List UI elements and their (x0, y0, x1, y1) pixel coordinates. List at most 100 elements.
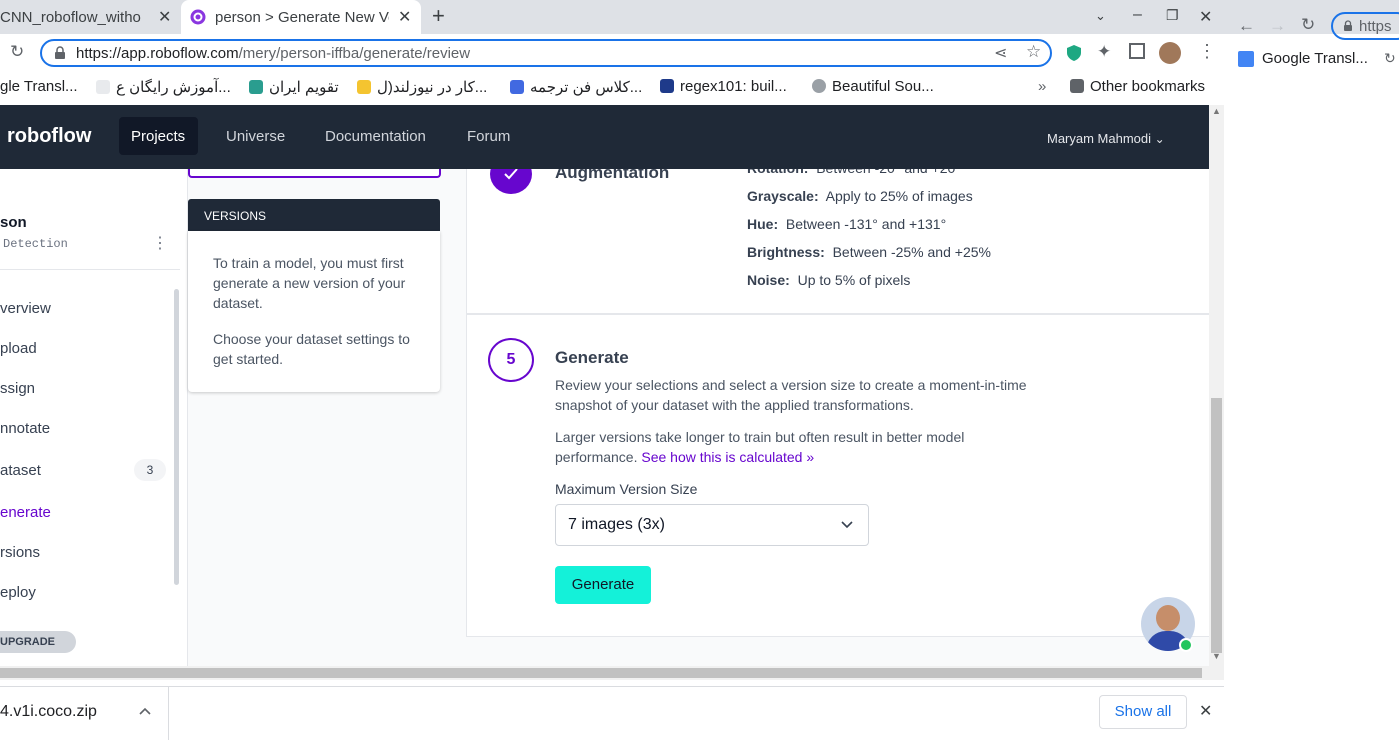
scrollbar-thumb[interactable] (1211, 398, 1222, 653)
aug-row-hue: Hue: Between -131° and +131° (747, 216, 946, 232)
versions-header: VERSIONS (188, 199, 440, 231)
bookmark-favicon-icon (510, 80, 524, 94)
step-number-badge: 5 (488, 338, 534, 382)
folder-icon (1070, 79, 1084, 93)
page-scrollbar[interactable]: ▲ ▼ (1209, 105, 1224, 666)
bookmark-item[interactable]: کار در نیوزلند(ل... (357, 78, 487, 96)
aug-value: Apply to 25% of images (825, 188, 973, 204)
extensions-puzzle-icon[interactable]: ✦ (1097, 42, 1111, 62)
versions-header-label: VERSIONS (204, 209, 267, 223)
sidebar-item-overview[interactable]: verview (0, 300, 51, 317)
reload-icon[interactable]: ↻ (10, 42, 24, 62)
navbar-overlap (466, 150, 1210, 169)
bookmark-item[interactable]: Beautiful Sou... (812, 78, 934, 95)
shield-extension-icon[interactable] (1066, 44, 1082, 62)
address-bar[interactable]: https (1331, 12, 1399, 40)
lock-icon (55, 46, 65, 59)
bookmark-item[interactable]: آموزش رایگان ع... (96, 78, 231, 96)
aug-row-brightness: Brightness: Between -25% and +25% (747, 244, 991, 260)
sidebar-item-dataset[interactable]: ataset (0, 462, 41, 479)
tab-cnn[interactable]: CNN_roboflow_witho ✕ (0, 0, 180, 34)
bookmark-favicon-icon (660, 79, 674, 93)
version-size-select[interactable]: 7 images (3x) (555, 504, 869, 546)
tab-person[interactable]: person > Generate New Ve ✕ (181, 0, 421, 34)
sidebar-scrollbar[interactable] (174, 289, 179, 585)
other-bookmarks[interactable]: Other bookmarks (1070, 78, 1205, 95)
bookmark-google-translate[interactable]: Google Transl... (1262, 50, 1368, 67)
sidebar-item-generate[interactable]: enerate (0, 504, 51, 521)
sidebar-item-deploy[interactable]: eploy (0, 584, 36, 601)
horizontal-scrollbar[interactable] (0, 666, 1224, 680)
side-panel-icon[interactable] (1129, 43, 1145, 59)
tab-title: CNN_roboflow_witho (0, 9, 141, 26)
sidebar-item-assign[interactable]: ssign (0, 380, 35, 397)
browser-window: CNN_roboflow_witho ✕ person > Generate N… (0, 0, 1224, 740)
generate-button[interactable]: Generate (555, 566, 651, 604)
close-download-shelf-icon[interactable]: ✕ (1199, 701, 1212, 721)
divider (0, 269, 180, 270)
bookmark-favicon-icon (96, 80, 110, 94)
bookmark-favicon-icon: ↻ (1384, 50, 1396, 66)
nav-forum[interactable]: Forum (467, 128, 510, 145)
bookmark-star-icon[interactable]: ☆ (1026, 42, 1041, 62)
version-size-label: Maximum Version Size (555, 481, 698, 497)
new-tab-icon[interactable]: + (432, 3, 445, 29)
nav-universe[interactable]: Universe (226, 128, 285, 145)
restore-icon[interactable]: ❐ (1166, 7, 1179, 24)
previous-step-card (188, 169, 441, 178)
bookmark-favicon-icon (249, 80, 263, 94)
download-filename[interactable]: 4.v1i.coco.zip (0, 703, 97, 721)
versions-text-1: To train a model, you must first generat… (213, 255, 406, 311)
aug-value: Between -131° and +131° (785, 216, 947, 232)
aug-value: Between -25% and +25% (832, 244, 991, 260)
face-shape (1156, 605, 1180, 631)
nav-documentation[interactable]: Documentation (325, 128, 426, 145)
versions-card: To train a model, you must first generat… (188, 231, 440, 392)
bookmark-label: Other bookmarks (1090, 78, 1206, 95)
share-icon[interactable]: ⋖ (994, 43, 1007, 63)
generate-description: Review your selections and select a vers… (555, 377, 1027, 413)
profile-avatar[interactable] (1159, 42, 1181, 64)
overflow-chevron-icon[interactable]: » (1038, 78, 1046, 95)
address-bar[interactable]: https://app.roboflow.com/mery/person-iff… (40, 39, 1052, 67)
scroll-down-icon[interactable]: ▼ (1212, 651, 1221, 661)
bookmark-favicon-icon (357, 80, 371, 94)
show-all-button[interactable]: Show all (1099, 695, 1187, 729)
bookmark-label: regex101: buil... (680, 78, 787, 95)
close-tab-icon[interactable]: ✕ (158, 7, 171, 27)
version-size-value: 7 images (3x) (568, 516, 665, 533)
bookmark-item[interactable]: regex101: buil... (660, 78, 787, 95)
reload-icon[interactable]: ↻ (1301, 15, 1315, 35)
sidebar-item-annotate[interactable]: nnotate (0, 420, 50, 437)
hscroll-thumb[interactable] (0, 668, 1202, 678)
back-icon[interactable]: ← (1238, 16, 1255, 36)
chevron-up-icon[interactable] (139, 706, 151, 716)
bookmark-item[interactable]: تقویم ایران (249, 78, 339, 96)
calculation-link[interactable]: See how this is calculated » (641, 449, 814, 465)
google-translate-favicon-icon (1238, 51, 1254, 67)
close-window-icon[interactable]: ✕ (1199, 7, 1212, 27)
forward-icon[interactable]: → (1269, 16, 1286, 36)
minimize-icon[interactable]: – (1133, 6, 1142, 24)
bookmarks-bar: gle Transl... آموزش رایگان ع... تقویم ای… (0, 72, 1224, 105)
project-menu-icon[interactable]: ⋮ (152, 233, 168, 253)
versions-text-2: Choose your dataset settings to get star… (213, 331, 410, 367)
bookmark-google-translate[interactable]: gle Transl... (0, 78, 78, 95)
user-menu[interactable]: Maryam Mahmodi ⌄ (1047, 131, 1165, 146)
sidebar-item-upload[interactable]: pload (0, 340, 37, 357)
menu-kebab-icon[interactable]: ⋮ (1198, 41, 1216, 62)
brand-logo[interactable]: roboflow (7, 125, 91, 148)
upgrade-button[interactable]: UPGRADE (0, 631, 76, 653)
nav-projects[interactable]: Projects (119, 117, 198, 155)
checkmark-icon (504, 168, 518, 180)
chevron-down-icon (841, 521, 853, 529)
sidebar-item-versions[interactable]: rsions (0, 544, 40, 561)
scroll-up-icon[interactable]: ▲ (1212, 106, 1221, 116)
online-status-dot (1179, 638, 1193, 652)
close-tab-icon[interactable]: ✕ (398, 7, 411, 27)
dataset-count-badge: 3 (134, 459, 166, 481)
tab-search-icon[interactable]: ⌄ (1095, 8, 1106, 24)
user-name: Maryam Mahmodi (1047, 131, 1152, 146)
bookmark-item[interactable]: کلاس فن ترجمه... (510, 78, 642, 96)
lock-icon (1344, 20, 1352, 31)
